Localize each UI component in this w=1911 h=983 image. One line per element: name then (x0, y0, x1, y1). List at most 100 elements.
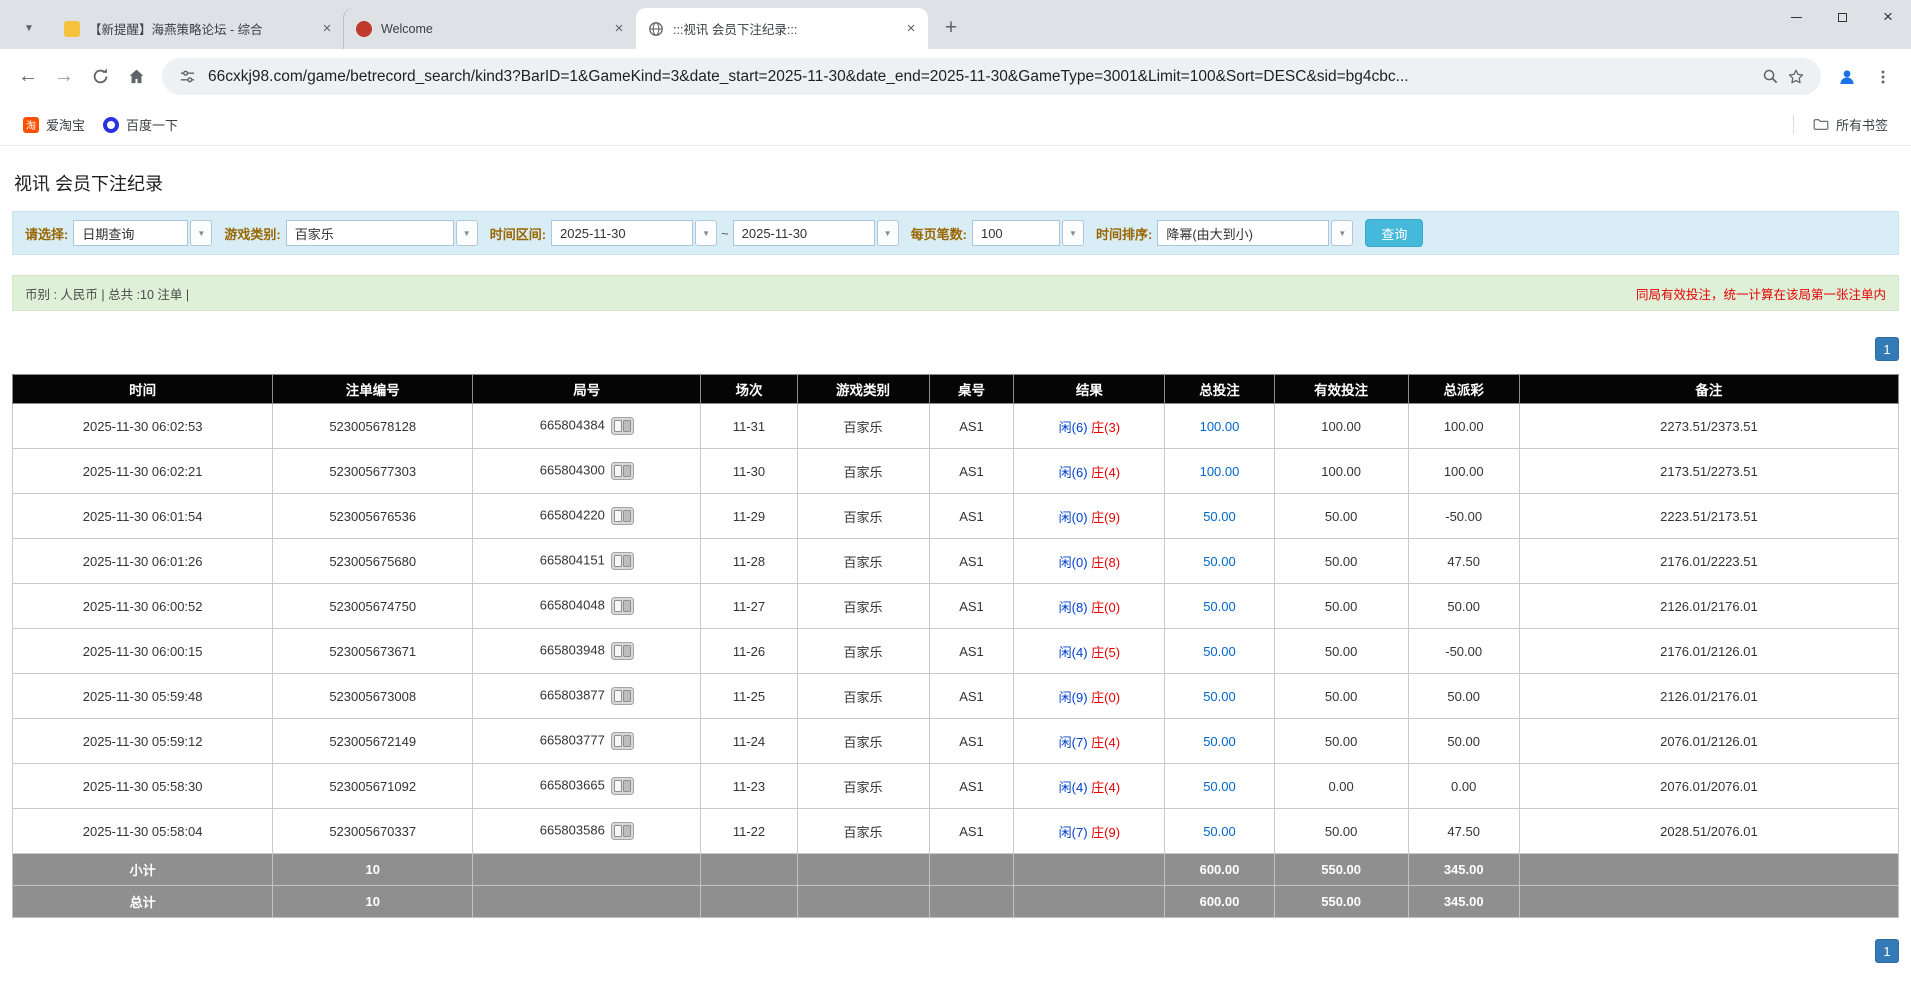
cell-result: 闲(6) 庄(4) (1014, 449, 1165, 494)
cell-total-bet: 50.00 (1165, 719, 1274, 764)
result-banker: 庄(0) (1091, 600, 1120, 615)
video-replay-icon[interactable] (611, 552, 634, 570)
address-bar[interactable]: 66cxkj98.com/game/betrecord_search/kind3… (162, 58, 1821, 95)
chevron-down-icon[interactable]: ▼ (877, 220, 899, 246)
home-icon[interactable] (118, 59, 154, 95)
cell-time: 2025-11-30 05:59:12 (13, 719, 273, 764)
table-row: 2025-11-30 05:59:48523005673008665803877… (13, 674, 1899, 719)
cell-note: 2176.01/2223.51 (1519, 539, 1898, 584)
result-banker: 庄(0) (1091, 690, 1120, 705)
video-replay-icon[interactable] (611, 417, 634, 435)
video-replay-icon[interactable] (611, 687, 634, 705)
video-replay-icon[interactable] (611, 822, 634, 840)
total-bet-link[interactable]: 100.00 (1200, 419, 1240, 434)
chevron-down-icon[interactable]: ▼ (1331, 220, 1353, 246)
menu-dots-icon[interactable] (1865, 59, 1901, 95)
reload-icon[interactable] (82, 59, 118, 95)
page-number-button[interactable]: 1 (1875, 939, 1899, 963)
site-settings-icon[interactable] (174, 64, 200, 90)
total-bet-link[interactable]: 50.00 (1203, 779, 1236, 794)
cell-round-number: 665803777 (473, 719, 701, 764)
footer-valid-bet: 550.00 (1274, 854, 1408, 886)
video-replay-icon[interactable] (611, 507, 634, 525)
search-button[interactable]: 查询 (1365, 219, 1423, 247)
bet-records-table: 时间注单编号局号场次游戏类别桌号结果总投注有效投注总派彩备注 2025-11-3… (12, 374, 1899, 918)
total-bet-link[interactable]: 50.00 (1203, 734, 1236, 749)
round-number: 665804048 (540, 597, 605, 612)
cell-payout: -50.00 (1408, 629, 1519, 674)
browser-tab[interactable]: :::视讯 会员下注纪录:::× (636, 8, 928, 49)
all-bookmarks-button[interactable]: 所有书签 (1804, 110, 1897, 139)
navigation-bar: ← → 66cxkj98.com/game/betrecord_search/k… (0, 49, 1911, 104)
minimize-button[interactable] (1773, 0, 1819, 34)
cell-payout: 0.00 (1408, 764, 1519, 809)
tab-close-icon[interactable]: × (318, 20, 336, 38)
cell-time: 2025-11-30 06:00:15 (13, 629, 273, 674)
column-header: 场次 (701, 375, 797, 404)
zoom-icon[interactable] (1757, 64, 1783, 90)
cell-round-number: 665803665 (473, 764, 701, 809)
bookmarks-separator (1793, 115, 1794, 134)
back-icon[interactable]: ← (10, 59, 46, 95)
tab-search-chevron-icon[interactable]: ▼ (16, 15, 42, 41)
video-replay-icon[interactable] (611, 597, 634, 615)
game-type-combobox[interactable]: 百家乐 ▼ (286, 220, 478, 246)
cell-game-type: 百家乐 (797, 719, 929, 764)
cell-note: 2076.01/2126.01 (1519, 719, 1898, 764)
forward-icon[interactable]: → (46, 59, 82, 95)
date-end-combobox[interactable]: 2025-11-30 ▼ (733, 220, 899, 246)
cell-bet-number: 523005677303 (273, 449, 473, 494)
maximize-button[interactable] (1819, 0, 1865, 34)
cell-result: 闲(6) 庄(3) (1014, 404, 1165, 449)
total-bet-link[interactable]: 50.00 (1203, 599, 1236, 614)
chevron-down-icon[interactable]: ▼ (190, 220, 212, 246)
browser-tab[interactable]: 【新提醒】海燕策略论坛 - 综合× (52, 8, 344, 49)
date-start-combobox[interactable]: 2025-11-30 ▼ (551, 220, 717, 246)
video-replay-icon[interactable] (611, 462, 634, 480)
tab-close-icon[interactable]: × (902, 20, 920, 38)
result-banker: 庄(3) (1091, 420, 1120, 435)
total-bet-link[interactable]: 50.00 (1203, 644, 1236, 659)
bookmark-item[interactable]: 淘爱淘宝 (14, 110, 94, 139)
bookmark-star-icon[interactable] (1783, 64, 1809, 90)
video-replay-icon[interactable] (611, 732, 634, 750)
table-row: 2025-11-30 06:00:15523005673671665803948… (13, 629, 1899, 674)
all-bookmarks-label: 所有书签 (1836, 115, 1888, 134)
new-tab-button[interactable]: + (937, 14, 965, 42)
profile-icon[interactable] (1829, 59, 1865, 95)
tab-close-icon[interactable]: × (610, 20, 628, 38)
sort-combobox[interactable]: 降幂(由大到小) ▼ (1157, 220, 1353, 246)
total-bet-link[interactable]: 100.00 (1200, 464, 1240, 479)
cell-round-number: 665803948 (473, 629, 701, 674)
cell-table-number: AS1 (929, 584, 1014, 629)
game-type-value: 百家乐 (286, 220, 454, 246)
bookmark-item[interactable]: 百度一下 (94, 110, 187, 139)
total-bet-link[interactable]: 50.00 (1203, 554, 1236, 569)
cell-game-type: 百家乐 (797, 764, 929, 809)
chevron-down-icon[interactable]: ▼ (695, 220, 717, 246)
per-page-combobox[interactable]: 100 ▼ (972, 220, 1084, 246)
cell-game-type: 百家乐 (797, 584, 929, 629)
round-number: 665804300 (540, 462, 605, 477)
cell-payout: 50.00 (1408, 584, 1519, 629)
footer-session (701, 886, 797, 918)
cell-payout: 50.00 (1408, 674, 1519, 719)
cell-note: 2126.01/2176.01 (1519, 584, 1898, 629)
close-button[interactable]: × (1865, 0, 1911, 34)
cell-total-bet: 50.00 (1165, 764, 1274, 809)
chevron-down-icon[interactable]: ▼ (1062, 220, 1084, 246)
video-replay-icon[interactable] (611, 777, 634, 795)
browser-tab[interactable]: Welcome× (344, 8, 636, 49)
cell-table-number: AS1 (929, 764, 1014, 809)
column-header: 游戏类别 (797, 375, 929, 404)
total-bet-link[interactable]: 50.00 (1203, 509, 1236, 524)
column-header: 时间 (13, 375, 273, 404)
url-text[interactable]: 66cxkj98.com/game/betrecord_search/kind3… (208, 68, 1749, 86)
total-bet-link[interactable]: 50.00 (1203, 824, 1236, 839)
total-bet-link[interactable]: 50.00 (1203, 689, 1236, 704)
chevron-down-icon[interactable]: ▼ (456, 220, 478, 246)
video-replay-icon[interactable] (611, 642, 634, 660)
page-number-button[interactable]: 1 (1875, 337, 1899, 361)
query-type-combobox[interactable]: 日期查询 ▼ (73, 220, 212, 246)
cell-result: 闲(7) 庄(4) (1014, 719, 1165, 764)
